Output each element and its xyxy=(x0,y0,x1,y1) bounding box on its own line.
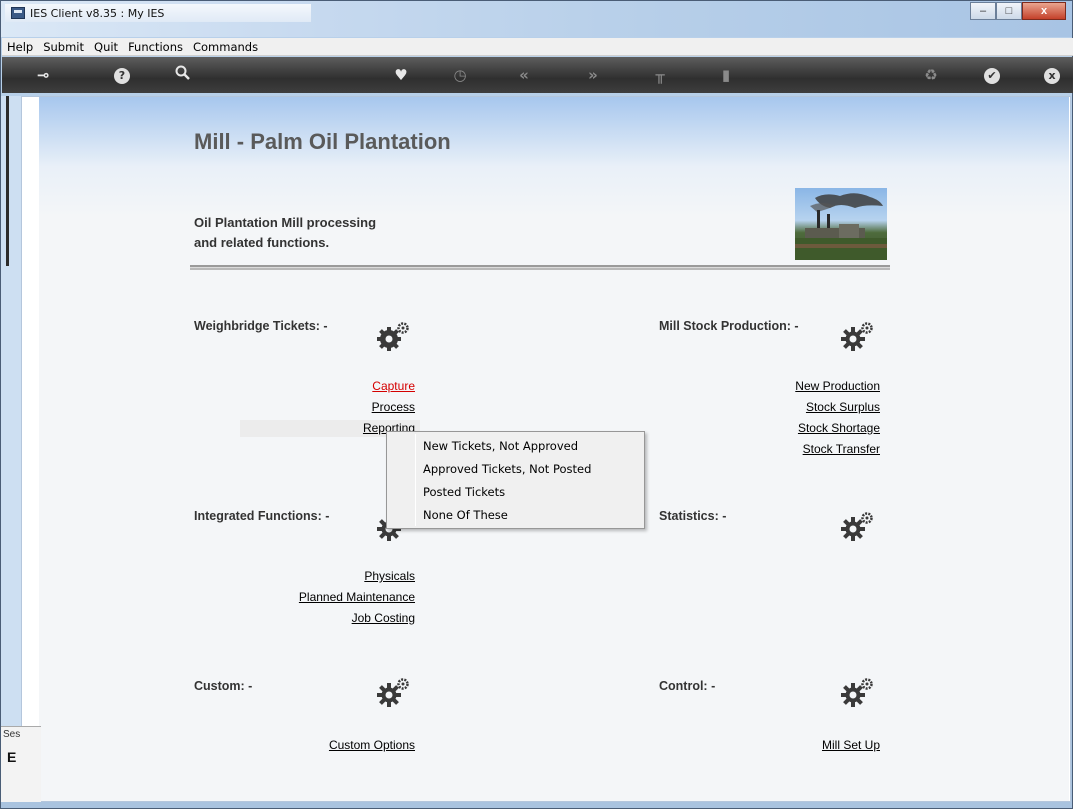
menu-functions[interactable]: Functions xyxy=(123,40,188,54)
weighbridge-gear-icon[interactable] xyxy=(375,321,411,351)
session-label: Ses xyxy=(3,729,21,740)
header-divider xyxy=(190,265,890,270)
app-window: IES Client v8.35 : My IES – □ x Help Sub… xyxy=(0,0,1073,809)
menu-bar: Help Submit Quit Functions Commands xyxy=(2,38,1073,56)
control-gear-icon[interactable] xyxy=(839,677,875,707)
heart-icon[interactable]: ♥ xyxy=(390,66,412,84)
title-bar[interactable]: IES Client v8.35 : My IES – □ x xyxy=(1,1,1072,37)
check-icon[interactable]: ✔ xyxy=(984,68,1000,84)
close-button[interactable]: x xyxy=(1022,2,1066,20)
mill-photo xyxy=(795,188,887,260)
splitter-handle[interactable] xyxy=(6,96,9,266)
subtitle-line-1: Oil Plantation Mill processing xyxy=(194,215,377,230)
link-mill-set-up[interactable]: Mill Set Up xyxy=(822,738,880,752)
menu-quit[interactable]: Quit xyxy=(89,40,123,54)
page-title: Mill - Palm Oil Plantation xyxy=(194,129,451,154)
reporting-popup-menu: New Tickets, Not Approved Approved Ticke… xyxy=(386,431,645,529)
page-subtitle: Oil Plantation Mill processing and relat… xyxy=(194,213,376,253)
session-glyph: E xyxy=(7,749,17,765)
tools-icon[interactable]: ╥ xyxy=(649,66,671,84)
window-title: IES Client v8.35 : My IES xyxy=(30,6,165,20)
exit-icon[interactable]: x xyxy=(1044,68,1060,84)
popup-item-approved-tickets[interactable]: Approved Tickets, Not Posted xyxy=(423,462,591,476)
help-icon[interactable]: ? xyxy=(114,68,130,84)
menu-commands[interactable]: Commands xyxy=(188,40,263,54)
app-icon xyxy=(11,7,25,19)
maximize-button[interactable]: □ xyxy=(996,2,1022,20)
left-pane xyxy=(1,96,21,802)
clock-icon[interactable]: ◷ xyxy=(449,66,471,84)
section-control-title: Control: - xyxy=(659,679,716,693)
recycle-icon[interactable]: ♻ xyxy=(920,66,942,84)
custom-gear-icon[interactable] xyxy=(375,677,411,707)
minimize-button[interactable]: – xyxy=(970,2,996,20)
popup-item-new-tickets[interactable]: New Tickets, Not Approved xyxy=(423,439,578,453)
link-stock-transfer[interactable]: Stock Transfer xyxy=(803,442,880,456)
toolbar: ⊸ ? ♥ ◷ « » ╥ ▮ ♻ ✔ x xyxy=(2,57,1073,93)
back-icon[interactable]: « xyxy=(513,66,535,84)
subtitle-line-2: and related functions. xyxy=(194,235,330,250)
mill-stock-gear-icon[interactable] xyxy=(839,321,875,351)
link-physicals[interactable]: Physicals xyxy=(364,569,415,583)
link-planned-maintenance[interactable]: Planned Maintenance xyxy=(299,590,415,604)
forward-icon[interactable]: » xyxy=(582,66,604,84)
link-stock-shortage[interactable]: Stock Shortage xyxy=(798,421,880,435)
window-controls: – □ x xyxy=(970,2,1066,20)
link-stock-surplus[interactable]: Stock Surplus xyxy=(806,400,880,414)
popup-item-none[interactable]: None Of These xyxy=(423,508,508,522)
title-area: IES Client v8.35 : My IES xyxy=(5,4,311,22)
link-new-production[interactable]: New Production xyxy=(795,379,880,393)
search-icon[interactable] xyxy=(172,65,194,85)
link-custom-options[interactable]: Custom Options xyxy=(329,738,415,752)
statistics-gear-icon[interactable] xyxy=(839,511,875,541)
section-statistics-title: Statistics: - xyxy=(659,509,727,523)
document-icon[interactable]: ▮ xyxy=(715,66,737,84)
link-capture[interactable]: Capture xyxy=(372,379,415,393)
section-weighbridge-title: Weighbridge Tickets: - xyxy=(194,319,328,333)
section-custom-title: Custom: - xyxy=(194,679,253,693)
key-icon[interactable]: ⊸ xyxy=(32,66,54,84)
link-job-costing[interactable]: Job Costing xyxy=(352,611,415,625)
popup-item-posted-tickets[interactable]: Posted Tickets xyxy=(423,485,505,499)
section-integrated-title: Integrated Functions: - xyxy=(194,509,330,523)
popup-icon-gutter xyxy=(415,434,416,526)
link-process[interactable]: Process xyxy=(372,400,415,414)
section-mill-stock-title: Mill Stock Production: - xyxy=(659,319,799,333)
menu-help[interactable]: Help xyxy=(2,40,38,54)
menu-submit[interactable]: Submit xyxy=(38,40,89,54)
